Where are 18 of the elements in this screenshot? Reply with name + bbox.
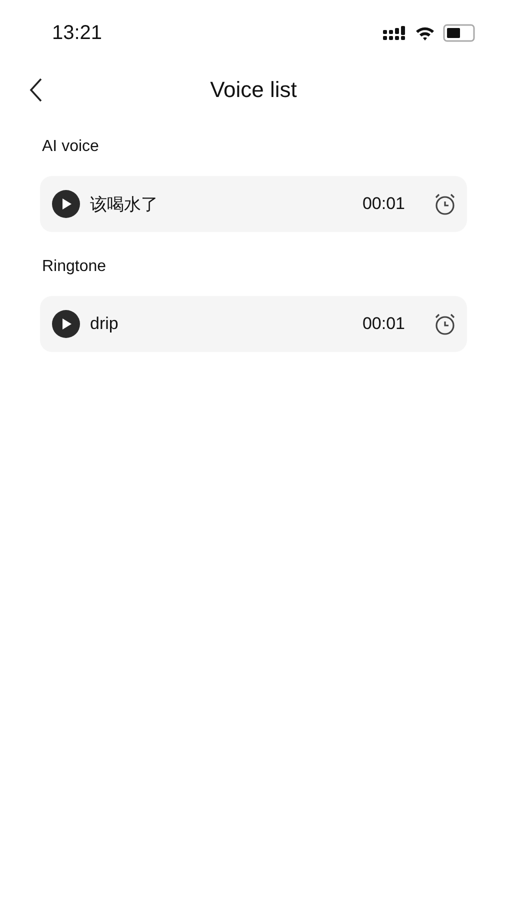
wifi-icon (415, 26, 435, 40)
alarm-clock-icon[interactable] (433, 312, 457, 336)
back-button[interactable] (28, 78, 44, 102)
voice-name: drip (90, 314, 120, 334)
alarm-clock-icon[interactable] (433, 192, 457, 216)
page-title: Voice list (210, 77, 297, 103)
play-icon[interactable] (52, 190, 80, 218)
duration: 00:01 (362, 314, 405, 334)
voice-item[interactable]: drip 00:01 (40, 296, 467, 352)
signal-icon (383, 26, 407, 40)
voice-name: 该喝水了 (90, 194, 159, 216)
section-title: AI voice (42, 138, 100, 157)
status-time: 13:21 (52, 22, 102, 44)
battery-icon (443, 24, 475, 42)
section-title: Ringtone (42, 258, 108, 277)
duration: 00:01 (362, 194, 405, 214)
voice-item[interactable]: 该喝水了 00:01 (40, 176, 467, 232)
play-icon[interactable] (52, 310, 80, 338)
